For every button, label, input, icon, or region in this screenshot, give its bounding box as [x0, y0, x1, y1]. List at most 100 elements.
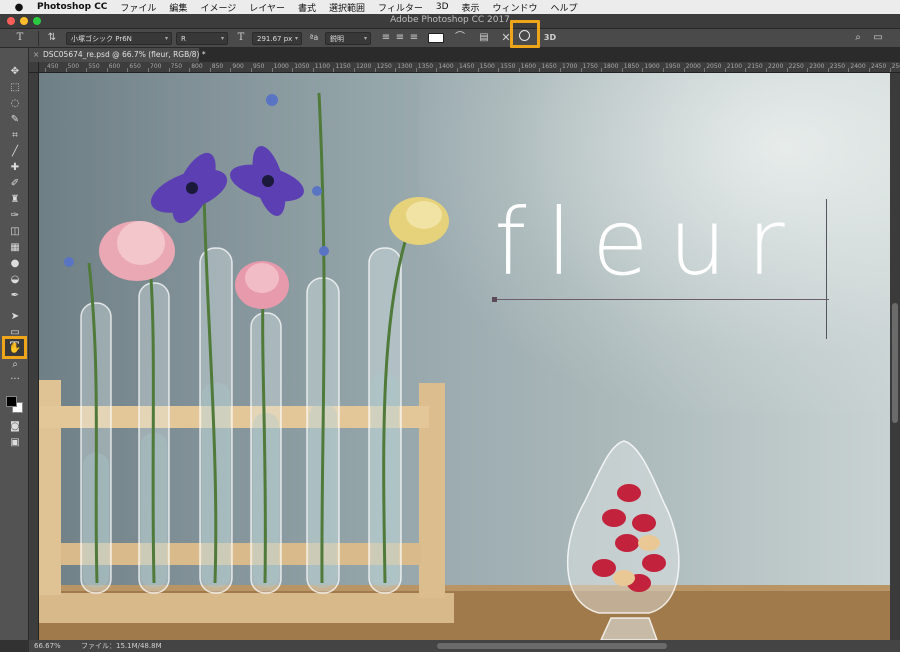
ruler-tick-label: 1500: [479, 63, 495, 70]
quick-mask-icon[interactable]: ◙: [8, 420, 22, 433]
menu-filter[interactable]: フィルター: [378, 1, 423, 14]
ruler-tick-label: 1750: [582, 63, 598, 70]
apple-menu-icon[interactable]: ●: [12, 2, 26, 13]
lasso-tool-icon[interactable]: ◌: [8, 97, 22, 110]
ruler-tick-label: 2250: [788, 63, 804, 70]
ruler-tick: [539, 68, 541, 72]
font-size-select[interactable]: 291.67 px ▾: [252, 32, 302, 45]
close-tab-icon[interactable]: ×: [33, 48, 39, 62]
ruler-origin[interactable]: [29, 62, 39, 73]
align-center-icon[interactable]: ≡: [394, 32, 406, 45]
color-swatches[interactable]: [6, 396, 24, 414]
menu-layer[interactable]: レイヤー: [249, 1, 285, 14]
marquee-tool-icon[interactable]: ⬚: [8, 81, 22, 94]
3d-extrusion-button[interactable]: 3D: [542, 32, 558, 45]
warp-text-icon[interactable]: ⌒: [454, 32, 466, 45]
foreground-color-swatch[interactable]: [6, 396, 17, 407]
ruler-tick: [312, 68, 314, 72]
ruler-tick-label: 2000: [685, 63, 701, 70]
menu-help[interactable]: ヘルプ: [551, 1, 578, 14]
menu-app-name[interactable]: Photoshop CC: [37, 2, 107, 12]
document-canvas[interactable]: fleur: [39, 73, 890, 640]
font-family-select[interactable]: 小塚ゴシック Pr6N ▾: [66, 32, 172, 45]
history-brush-tool-icon[interactable]: ✑: [8, 209, 22, 222]
ruler-tick: [642, 68, 644, 72]
ruler-tick: [292, 68, 294, 72]
menu-type[interactable]: 書式: [298, 1, 316, 14]
zoom-tool-icon[interactable]: ⌕: [8, 358, 22, 371]
search-icon[interactable]: ⌕: [852, 32, 864, 45]
ruler-tick: [580, 68, 582, 72]
ruler-tick: [848, 68, 850, 72]
workspace-icon[interactable]: ▭: [872, 32, 884, 45]
text-color-swatch[interactable]: [428, 33, 444, 43]
vertical-scrollbar[interactable]: [890, 73, 900, 640]
quick-selection-tool-icon[interactable]: ✎: [8, 113, 22, 126]
file-size-info[interactable]: ファイル：15.1M/48.8M: [81, 640, 162, 652]
horizontal-ruler[interactable]: 450 500 550 600 650 700 750 800 850 900 950 1000 105…: [39, 62, 900, 73]
ruler-tick-label: 1950: [665, 63, 681, 70]
orientation-toggle-icon[interactable]: ⇅: [46, 32, 58, 45]
ruler-tick-label: 1850: [623, 63, 640, 70]
align-right-icon[interactable]: ≡: [408, 32, 420, 45]
ruler-tick: [251, 68, 252, 72]
divider: [38, 31, 39, 46]
anti-alias-value: 鋭明: [330, 35, 344, 43]
ruler-tick: [745, 68, 747, 72]
menu-file[interactable]: ファイル: [120, 1, 156, 14]
commit-edits-icon[interactable]: [519, 30, 530, 41]
blur-tool-icon[interactable]: ●: [8, 257, 22, 270]
type-tool-preset-icon[interactable]: T: [14, 32, 26, 45]
ruler-tick: [209, 68, 211, 72]
ruler-tick: [415, 68, 417, 72]
horizontal-scroll-thumb[interactable]: [437, 643, 667, 649]
ruler-tick: [395, 68, 397, 72]
healing-brush-tool-icon[interactable]: ✚: [8, 161, 22, 174]
ruler-tick-label: 1250: [376, 63, 392, 70]
menu-image[interactable]: イメージ: [200, 1, 236, 14]
align-left-icon[interactable]: ≡: [380, 32, 392, 45]
ruler-tick: [827, 68, 829, 72]
ruler-tick-label: 2350: [829, 63, 846, 70]
eraser-tool-icon[interactable]: ◫: [8, 225, 22, 238]
ruler-tick: [333, 68, 335, 72]
gradient-tool-icon[interactable]: ▦: [8, 241, 22, 254]
eyedropper-tool-icon[interactable]: ╱: [8, 145, 22, 158]
ruler-tick: [807, 68, 809, 72]
ruler-tick-label: 700: [150, 63, 162, 70]
zoom-level[interactable]: 66.67%: [34, 640, 61, 652]
move-tool-icon[interactable]: ✥: [8, 65, 22, 78]
text-anchor-point[interactable]: [492, 297, 497, 302]
screen-mode-icon[interactable]: ▣: [8, 436, 22, 449]
ruler-tick-label: 550: [88, 63, 100, 70]
font-style-select[interactable]: R ▾: [176, 32, 228, 45]
clone-stamp-tool-icon[interactable]: ♜: [8, 193, 22, 206]
document-tab[interactable]: × DSC05674_re.psd @ 66.7% (fleur, RGB/8)…: [29, 48, 206, 62]
dodge-tool-icon[interactable]: ◒: [8, 273, 22, 286]
vertical-ruler[interactable]: [29, 73, 39, 640]
ruler-tick-label: 750: [170, 63, 183, 70]
ruler-tick: [127, 68, 129, 72]
menu-view[interactable]: 表示: [462, 1, 480, 14]
rectangle-tool-icon[interactable]: ▭: [8, 326, 22, 339]
menu-3d[interactable]: 3D: [436, 2, 449, 12]
more-tools-icon[interactable]: ···: [8, 373, 22, 386]
document-tab-bar: × DSC05674_re.psd @ 66.7% (fleur, RGB/8)…: [29, 48, 900, 62]
ruler-tick: [601, 68, 603, 72]
chevron-down-icon: ▾: [164, 35, 168, 42]
ruler-tick: [436, 68, 438, 72]
anti-alias-select[interactable]: 鋭明 ▾: [325, 32, 371, 45]
crop-tool-icon[interactable]: ⌗: [8, 129, 22, 142]
ruler-tick: [189, 68, 191, 72]
menu-window[interactable]: ウィンドウ: [493, 1, 538, 14]
hand-tool-icon[interactable]: ✋: [8, 342, 22, 355]
vertical-scroll-thumb[interactable]: [892, 303, 898, 423]
text-layer-fleur[interactable]: fleur: [494, 188, 805, 298]
menu-select[interactable]: 選択範囲: [329, 1, 365, 14]
font-style-value: R: [181, 35, 186, 43]
path-selection-tool-icon[interactable]: ➤: [8, 310, 22, 323]
menu-edit[interactable]: 編集: [169, 1, 187, 14]
brush-tool-icon[interactable]: ✐: [8, 177, 22, 190]
pen-tool-icon[interactable]: ✒: [8, 289, 22, 302]
character-panel-icon[interactable]: ▤: [478, 32, 490, 45]
